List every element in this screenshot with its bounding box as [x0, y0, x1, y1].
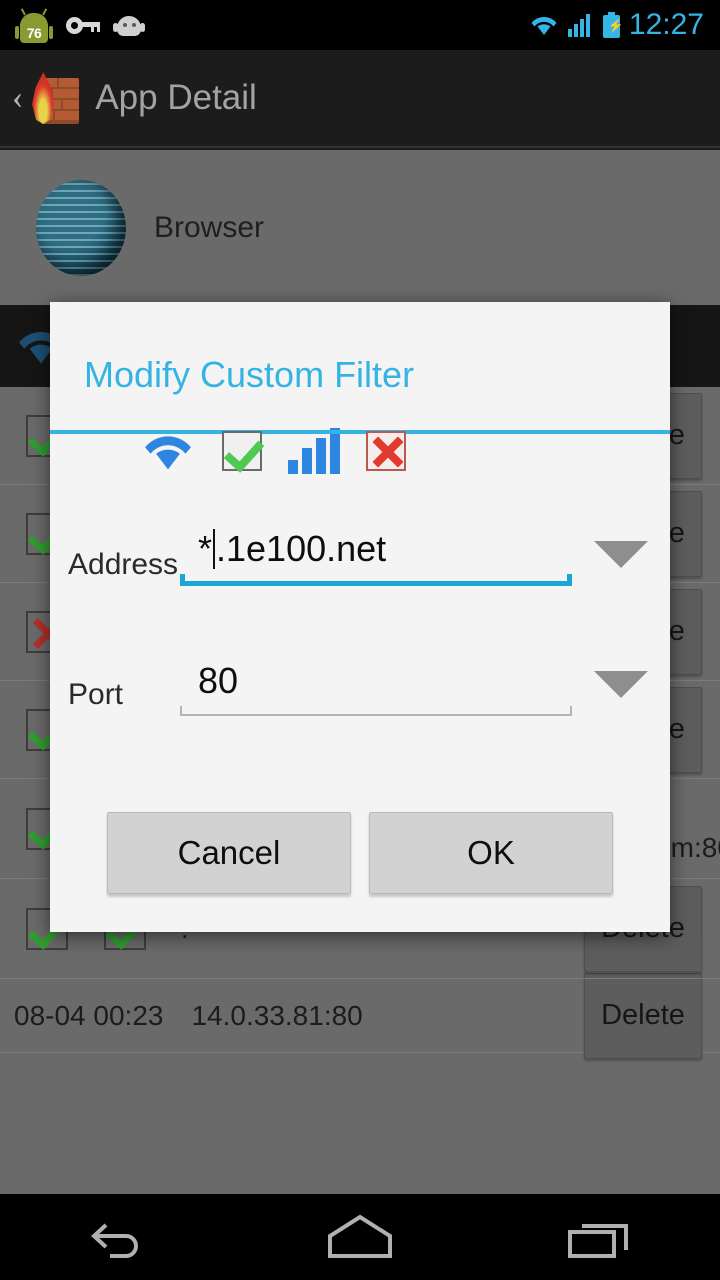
app-header: Browser	[0, 150, 720, 305]
action-bar: ‹ App Detail	[0, 50, 720, 148]
address-value-after-caret: .1e100.net	[216, 528, 387, 569]
chevron-down-icon[interactable]	[594, 671, 648, 698]
android-notification-badge-icon: 76	[15, 7, 53, 43]
status-bar: 76 ⚡ 12:27	[0, 0, 720, 50]
back-icon	[91, 1223, 138, 1258]
cancel-button[interactable]: Cancel	[107, 812, 351, 894]
text-cursor	[213, 529, 216, 569]
cellular-signal-icon[interactable]	[288, 428, 340, 474]
block-x-icon[interactable]	[366, 431, 406, 471]
address-label: Address	[68, 548, 179, 581]
app-name-label: Browser	[154, 210, 265, 244]
cellular-signal-icon	[567, 13, 594, 37]
address-field-row: Address * .1e100.net	[50, 514, 670, 586]
battery-charging-icon: ⚡	[602, 12, 624, 38]
home-button[interactable]	[240, 1214, 480, 1260]
home-icon	[328, 1214, 392, 1258]
port-value: 80	[198, 660, 239, 701]
port-field-row: Port 80	[50, 644, 670, 716]
status-bar-system-icons: ⚡ 12:27	[529, 8, 704, 42]
port-label: Port	[68, 678, 124, 711]
log-row[interactable]: 08-04 00:23 14.0.33.81:80 Delete	[0, 972, 720, 1059]
modify-custom-filter-dialog: Modify Custom Filter Address * .1e100.net	[50, 302, 670, 932]
port-input[interactable]: 80	[180, 659, 572, 716]
android-head-icon	[113, 14, 145, 36]
port-input-underline	[180, 706, 572, 716]
delete-button[interactable]: Delete	[584, 972, 702, 1059]
dialog-button-row: Cancel OK	[50, 812, 670, 894]
address-input-underline	[180, 574, 572, 586]
status-bar-clock: 12:27	[628, 8, 704, 41]
recents-icon	[568, 1224, 628, 1258]
chevron-down-icon[interactable]	[594, 541, 648, 568]
ok-button[interactable]: OK	[369, 812, 613, 894]
log-address: 14.0.33.81:80	[191, 999, 363, 1031]
wifi-icon	[531, 16, 557, 35]
browser-globe-icon	[36, 179, 126, 276]
address-input[interactable]: * .1e100.net	[180, 527, 572, 586]
firewall-icon[interactable]	[27, 70, 80, 126]
allow-check-icon[interactable]	[222, 431, 262, 471]
notification-count: 76	[20, 24, 48, 43]
status-bar-notifications: 76	[15, 7, 145, 43]
dialog-title: Modify Custom Filter	[84, 354, 415, 395]
navigation-bar	[0, 1194, 720, 1280]
back-navigation-icon[interactable]: ‹	[12, 81, 23, 115]
wifi-icon[interactable]	[140, 429, 196, 473]
vpn-key-icon	[66, 15, 100, 35]
recents-button[interactable]	[480, 1214, 720, 1260]
address-value-before-caret: *	[198, 528, 213, 569]
back-button[interactable]	[0, 1215, 240, 1259]
dialog-icon-row	[50, 396, 670, 474]
dialog-title-divider	[50, 430, 670, 434]
android-screen: 76 ⚡ 12:27 ‹ App Detail Browser 08-04 00…	[0, 0, 720, 1280]
log-timestamp: 08-04 00:23	[14, 999, 164, 1031]
page-title: App Detail	[95, 78, 257, 117]
